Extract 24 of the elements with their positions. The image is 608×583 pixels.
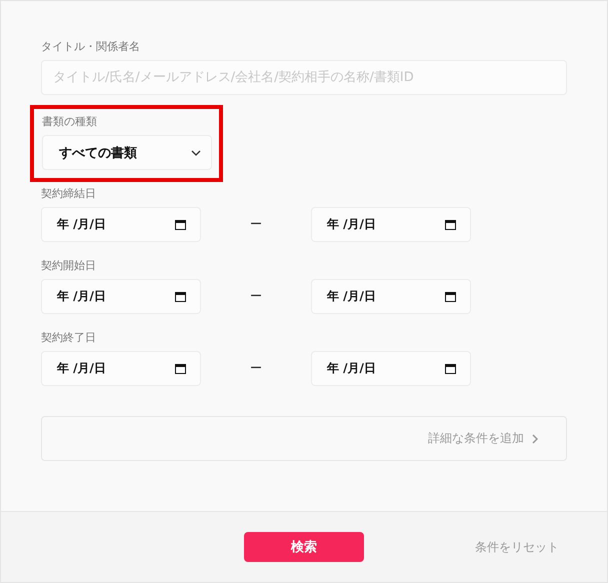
date-field[interactable]: 年 /月/日	[311, 207, 471, 242]
chevron-down-icon	[191, 150, 201, 156]
calendar-icon	[175, 363, 186, 374]
calendar-icon	[445, 219, 456, 230]
chevron-right-icon	[532, 434, 538, 444]
field-label: 契約開始日	[41, 258, 97, 273]
date-field[interactable]: 年 /月/日	[41, 351, 201, 386]
date-field[interactable]: 年 /月/日	[311, 279, 471, 314]
calendar-icon	[175, 219, 186, 230]
date-field[interactable]: 年 /月/日	[41, 207, 201, 242]
range-separator: ー	[249, 360, 263, 377]
date-field[interactable]: 年 /月/日	[311, 351, 471, 386]
date-field[interactable]: 年 /月/日	[41, 279, 201, 314]
field-label: タイトル・関係者名	[41, 39, 141, 54]
search-button[interactable]: 検索	[244, 532, 364, 562]
calendar-icon	[175, 291, 186, 302]
range-separator: ー	[249, 288, 263, 305]
field-label: 契約締結日	[41, 186, 97, 201]
calendar-icon	[445, 363, 456, 374]
field-label: 契約終了日	[41, 330, 97, 345]
field-label: 書類の種類	[42, 114, 98, 129]
type-dropdown[interactable]: すべての書類	[42, 135, 212, 170]
calendar-icon	[445, 291, 456, 302]
range-separator: ー	[249, 216, 263, 233]
